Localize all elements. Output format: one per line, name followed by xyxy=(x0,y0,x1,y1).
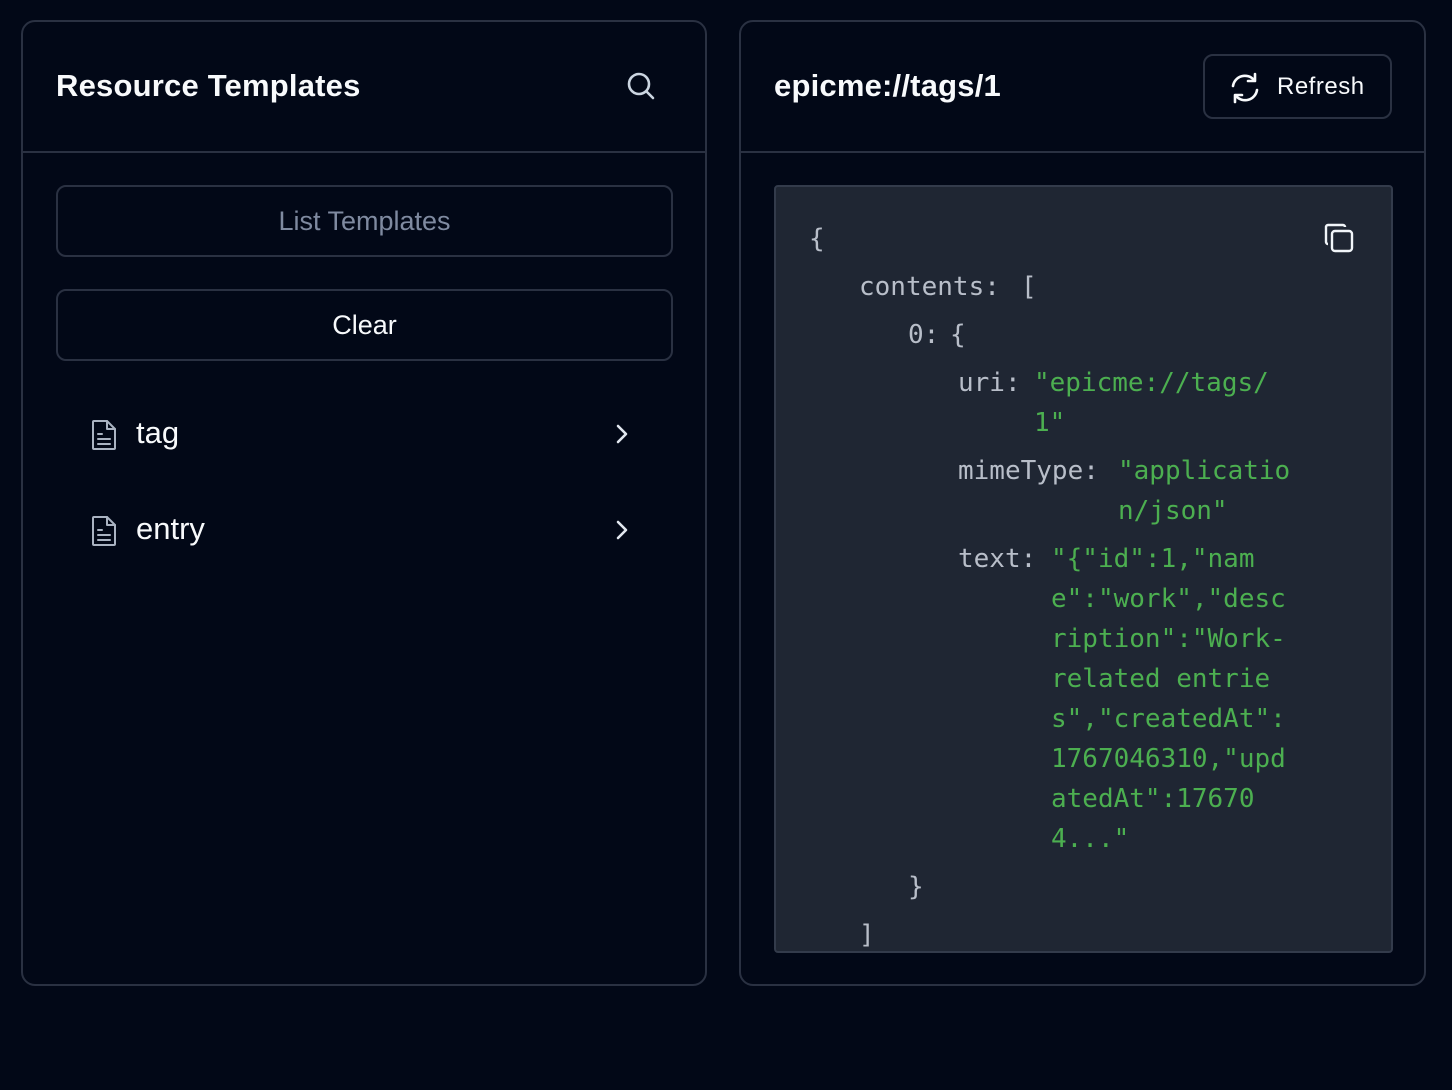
json-value-text: "{"id":1,"nam xyxy=(1051,544,1255,574)
json-index-open: { xyxy=(950,320,966,350)
resource-templates-panel: Resource Templates List Templates Clear … xyxy=(21,20,707,986)
json-value-mimetype: n/json" xyxy=(1118,496,1228,526)
resource-detail-panel: epicme://tags/1 Refresh { contents: [ 0:… xyxy=(739,20,1426,986)
panel-title: Resource Templates xyxy=(56,68,361,103)
refresh-button[interactable]: Refresh xyxy=(1203,54,1392,119)
json-key-index: 0: xyxy=(908,320,940,350)
json-key-text: text: xyxy=(958,544,1037,574)
json-value-text: 1767046310,"upd xyxy=(1051,744,1286,774)
refresh-icon xyxy=(1231,72,1259,104)
template-item-label: entry xyxy=(136,511,205,546)
template-item-tag[interactable]: tag xyxy=(56,391,673,477)
list-templates-button[interactable]: List Templates xyxy=(56,185,673,257)
json-value-text: ription":"Work- xyxy=(1051,624,1286,654)
json-viewer: { contents: [ 0: { uri: "epicme://tags/ … xyxy=(774,185,1393,953)
json-value-text: s","createdAt": xyxy=(1051,704,1286,734)
json-value-text: atedAt":17670 xyxy=(1051,784,1255,814)
file-text-icon xyxy=(92,420,116,450)
clear-button[interactable]: Clear xyxy=(56,289,673,361)
json-value-uri: "epicme://tags/ xyxy=(1034,368,1269,398)
copy-icon[interactable] xyxy=(1322,221,1356,255)
search-icon[interactable] xyxy=(625,70,657,102)
file-text-icon xyxy=(92,516,116,546)
json-value-uri: 1" xyxy=(1034,408,1066,438)
resource-uri-title: epicme://tags/1 xyxy=(774,68,1001,103)
refresh-label: Refresh xyxy=(1277,73,1365,100)
resource-detail-header: epicme://tags/1 Refresh xyxy=(741,22,1424,153)
json-key-uri: uri: xyxy=(958,368,1021,398)
json-value-text: related entrie xyxy=(1051,664,1271,694)
json-value-text: 4..." xyxy=(1051,824,1130,854)
json-contents-close: ] xyxy=(859,920,875,950)
template-item-label: tag xyxy=(136,415,180,450)
chevron-right-icon xyxy=(616,520,628,540)
chevron-right-icon xyxy=(616,424,628,444)
resource-templates-header: Resource Templates xyxy=(23,22,705,153)
json-value-mimetype: "applicatio xyxy=(1118,456,1291,486)
json-open-brace: { xyxy=(809,224,825,254)
template-item-entry[interactable]: entry xyxy=(56,487,673,573)
json-contents-open: [ xyxy=(1021,272,1037,302)
json-key-contents: contents: xyxy=(859,272,1000,302)
json-key-mimetype: mimeType: xyxy=(958,456,1099,486)
json-value-text: e":"work","desc xyxy=(1051,584,1286,614)
json-index-close: } xyxy=(908,872,924,902)
